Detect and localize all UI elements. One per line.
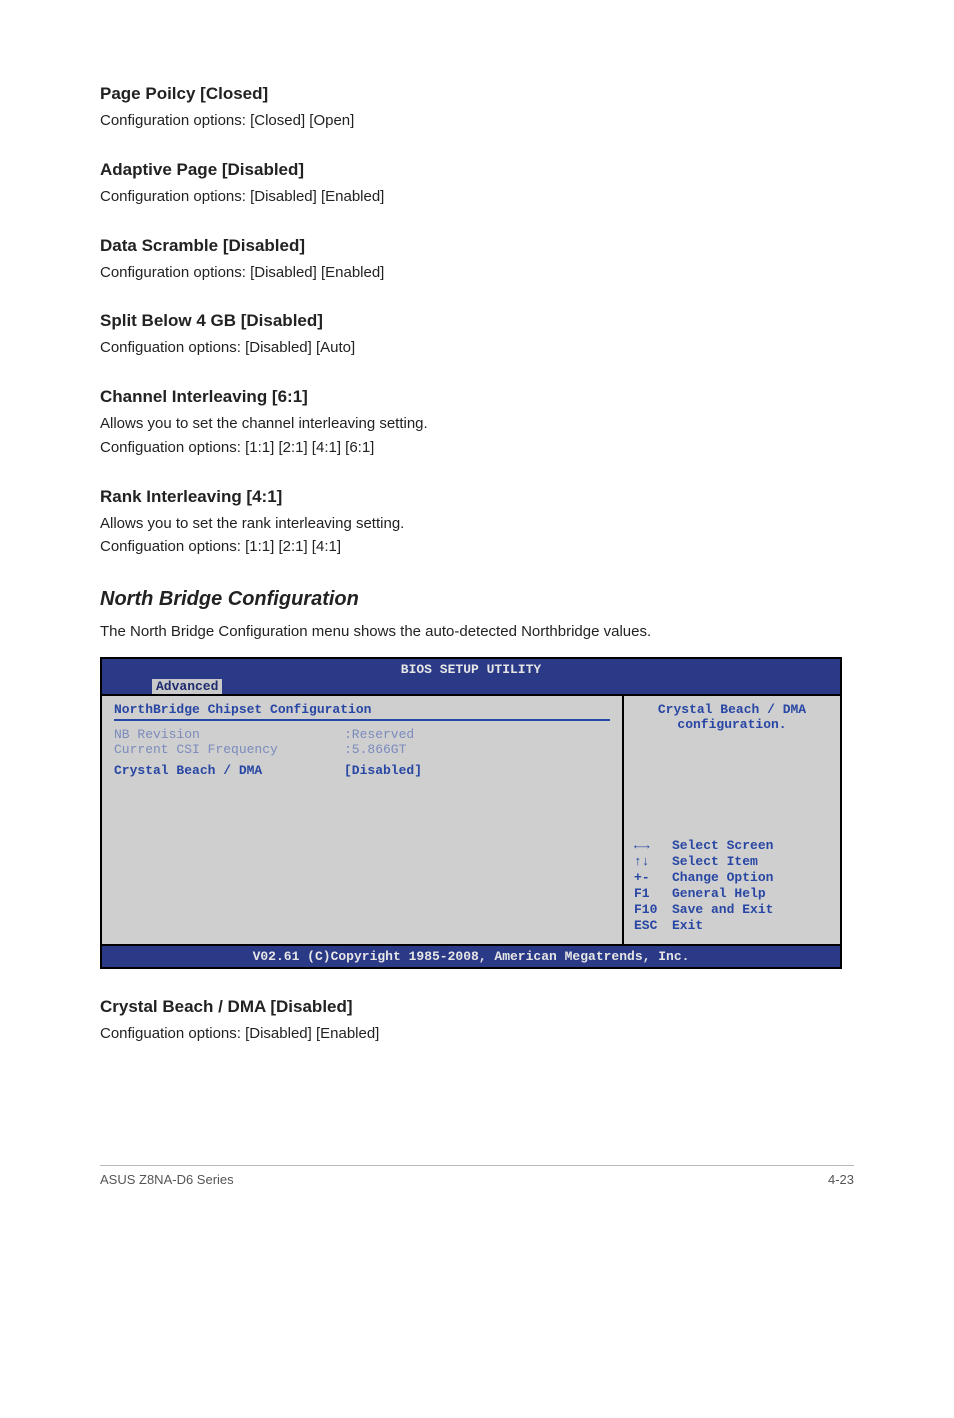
body-split-below: Configuation options: [Disabled] [Auto]	[100, 337, 854, 359]
plus-minus-icon: +-	[634, 870, 672, 885]
bios-right-pane: Crystal Beach / DMA configuration. ←→ Se…	[622, 696, 840, 944]
footer-right: 4-23	[828, 1172, 854, 1187]
heading-adaptive-page: Adaptive Page [Disabled]	[100, 160, 854, 180]
arrows-left-right-icon: ←→	[634, 838, 672, 853]
heading-data-scramble: Data Scramble [Disabled]	[100, 236, 854, 256]
section-data-scramble: Data Scramble [Disabled] Configuration o…	[100, 236, 854, 284]
bios-tab-row: Advanced	[102, 679, 840, 694]
bios-help-text: Crystal Beach / DMA configuration.	[634, 702, 830, 732]
section-crystal-beach-dma: Crystal Beach / DMA [Disabled] Configuat…	[100, 997, 854, 1045]
esc-key-icon: ESC	[634, 918, 672, 933]
bios-key-select-item-label: Select Item	[672, 854, 758, 869]
body1-rank-interleaving: Allows you to set the rank interleaving …	[100, 513, 854, 535]
section-adaptive-page: Adaptive Page [Disabled] Configuration o…	[100, 160, 854, 208]
body-page-policy: Configuration options: [Closed] [Open]	[100, 110, 854, 132]
bios-row-nb-revision-value: :Reserved	[344, 727, 414, 742]
bios-row-crystal-beach-value: [Disabled]	[344, 763, 422, 778]
bios-help-line2: configuration.	[634, 717, 830, 732]
bios-screenshot: BIOS SETUP UTILITY Advanced NorthBridge …	[100, 657, 842, 969]
body1-channel-interleaving: Allows you to set the channel interleavi…	[100, 413, 854, 435]
bios-key-general-help: F1 General Help	[634, 886, 830, 901]
body-north-bridge: The North Bridge Configuration menu show…	[100, 621, 854, 643]
body-adaptive-page: Configuration options: [Disabled] [Enabl…	[100, 186, 854, 208]
body-crystal-beach-dma: Configuation options: [Disabled] [Enable…	[100, 1023, 854, 1045]
bios-row-csi-frequency: Current CSI Frequency :5.866GT	[114, 742, 610, 757]
bios-body: NorthBridge Chipset Configuration NB Rev…	[102, 694, 840, 946]
bios-key-save-exit: F10 Save and Exit	[634, 902, 830, 917]
footer-left: ASUS Z8NA-D6 Series	[100, 1172, 234, 1187]
page-footer: ASUS Z8NA-D6 Series 4-23	[100, 1165, 854, 1187]
bios-key-exit: ESC Exit	[634, 918, 830, 933]
bios-row-crystal-beach[interactable]: Crystal Beach / DMA [Disabled]	[114, 763, 610, 778]
heading-page-policy: Page Poilcy [Closed]	[100, 84, 854, 104]
bios-divider	[114, 719, 610, 721]
body2-channel-interleaving: Configuation options: [1:1] [2:1] [4:1] …	[100, 437, 854, 459]
body-data-scramble: Configuration options: [Disabled] [Enabl…	[100, 262, 854, 284]
section-rank-interleaving: Rank Interleaving [4:1] Allows you to se…	[100, 487, 854, 559]
section-channel-interleaving: Channel Interleaving [6:1] Allows you to…	[100, 387, 854, 459]
f10-key-icon: F10	[634, 902, 672, 917]
bios-help-line1: Crystal Beach / DMA	[634, 702, 830, 717]
body2-rank-interleaving: Configuation options: [1:1] [2:1] [4:1]	[100, 536, 854, 558]
bios-key-exit-label: Exit	[672, 918, 703, 933]
bios-key-help: ←→ Select Screen ↑↓ Select Item +- Chang…	[634, 838, 830, 934]
heading-crystal-beach-dma: Crystal Beach / DMA [Disabled]	[100, 997, 854, 1017]
arrows-up-down-icon: ↑↓	[634, 854, 672, 869]
section-page-policy: Page Poilcy [Closed] Configuration optio…	[100, 84, 854, 132]
bios-key-change-option-label: Change Option	[672, 870, 773, 885]
bios-row-crystal-beach-key: Crystal Beach / DMA	[114, 763, 344, 778]
f1-key-icon: F1	[634, 886, 672, 901]
bios-section-header: NorthBridge Chipset Configuration	[114, 702, 610, 717]
bios-title: BIOS SETUP UTILITY	[102, 659, 840, 679]
bios-row-csi-frequency-value: :5.866GT	[344, 742, 406, 757]
bios-key-select-screen: ←→ Select Screen	[634, 838, 830, 853]
bios-key-general-help-label: General Help	[672, 886, 766, 901]
bios-key-change-option: +- Change Option	[634, 870, 830, 885]
bios-key-select-item: ↑↓ Select Item	[634, 854, 830, 869]
heading-rank-interleaving: Rank Interleaving [4:1]	[100, 487, 854, 507]
bios-left-pane: NorthBridge Chipset Configuration NB Rev…	[102, 696, 622, 944]
bios-footer: V02.61 (C)Copyright 1985-2008, American …	[102, 946, 840, 967]
bios-row-nb-revision: NB Revision :Reserved	[114, 727, 610, 742]
bios-key-save-exit-label: Save and Exit	[672, 902, 773, 917]
heading-channel-interleaving: Channel Interleaving [6:1]	[100, 387, 854, 407]
bios-key-select-screen-label: Select Screen	[672, 838, 773, 853]
bios-row-nb-revision-key: NB Revision	[114, 727, 344, 742]
page: Page Poilcy [Closed] Configuration optio…	[0, 0, 954, 1227]
bios-row-csi-frequency-key: Current CSI Frequency	[114, 742, 344, 757]
section-split-below: Split Below 4 GB [Disabled] Configuation…	[100, 311, 854, 359]
bios-tab-advanced[interactable]: Advanced	[152, 679, 222, 694]
heading-north-bridge: North Bridge Configuration	[100, 588, 854, 611]
section-north-bridge: North Bridge Configuration The North Bri…	[100, 588, 854, 643]
heading-split-below: Split Below 4 GB [Disabled]	[100, 311, 854, 331]
